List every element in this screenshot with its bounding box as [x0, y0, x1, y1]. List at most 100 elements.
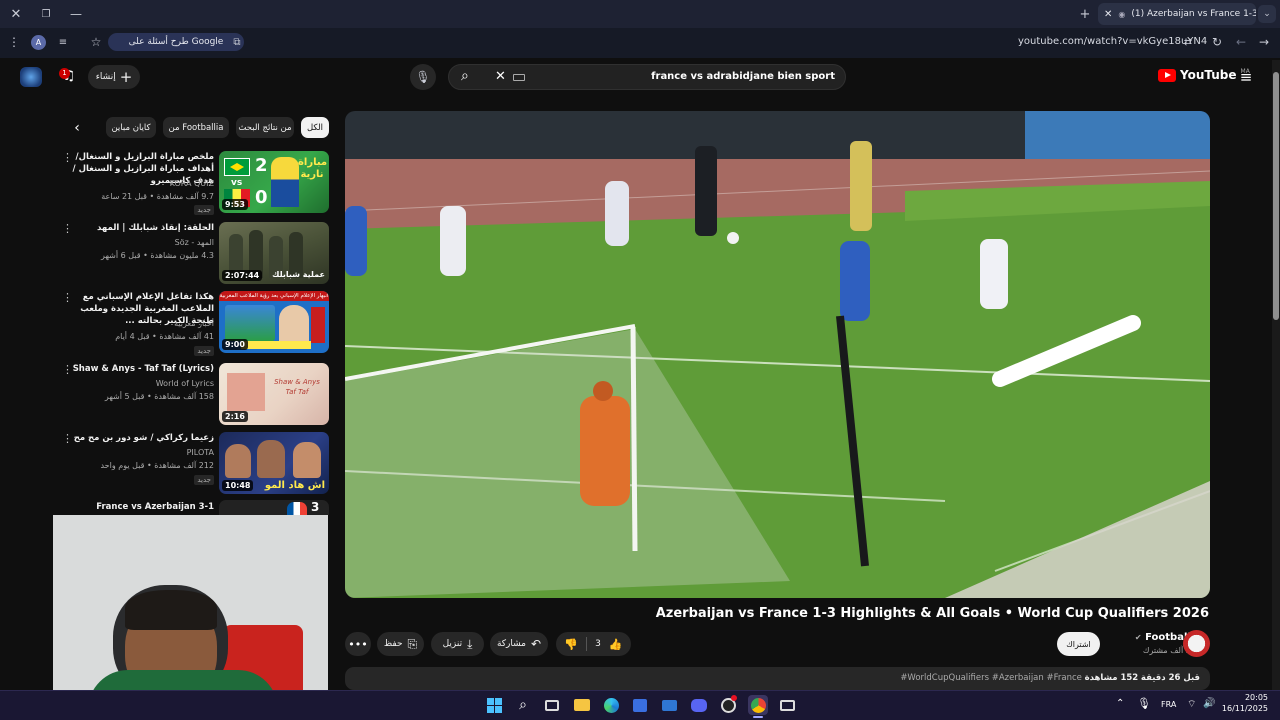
video-player[interactable]	[345, 111, 1210, 598]
mail-icon[interactable]	[659, 695, 679, 715]
video-tags[interactable]: #WorldCupQualifiers #Azerbaijan #France	[900, 673, 1082, 683]
chip-from-footballia[interactable]: من Footballia	[163, 117, 229, 138]
search-icon[interactable]: ⌕	[461, 68, 469, 84]
minimize-window-icon[interactable]: —	[68, 6, 84, 22]
player-blue-figure	[345, 206, 367, 276]
back-icon[interactable]: →	[1256, 34, 1272, 50]
rec-title[interactable]: الحلقة: إنقاذ شبابلك | المهد	[68, 222, 214, 234]
tray-chevron-icon[interactable]: ⌃	[1116, 698, 1124, 709]
active-app-indicator	[753, 716, 763, 718]
reload-icon[interactable]: ↻	[1209, 34, 1225, 50]
forward-icon[interactable]: ←	[1233, 34, 1249, 50]
file-explorer-icon[interactable]	[572, 695, 592, 715]
close-window-icon[interactable]: ✕	[8, 6, 24, 22]
rec-channel[interactable]: PILOTA	[187, 448, 214, 457]
hamburger-menu-icon[interactable]: ≡	[1236, 67, 1256, 87]
rec-meta: 41 آلف مشاهدة • قبل 4 أيام	[115, 332, 214, 341]
volume-icon[interactable]: 🔊	[1203, 698, 1215, 709]
description-box[interactable]: #WorldCupQualifiers #Azerbaijan #France …	[345, 667, 1210, 690]
reading-list-icon[interactable]: ≡	[56, 34, 70, 50]
recommendation-item[interactable]: ⋮ هكذا تفاعل الإعلام الإسباني مع الملاعب…	[60, 291, 332, 356]
youtube-logo-text: YouTube	[1180, 68, 1237, 82]
microsoft-store-icon[interactable]	[630, 695, 650, 715]
rec-channel[interactable]: KORA QUIZ	[170, 179, 214, 188]
menu-kebab-icon[interactable]: ⋮	[6, 34, 22, 50]
rec-channel[interactable]: المهد - Söz	[175, 238, 214, 247]
score-b: 0	[255, 187, 268, 208]
chips-scroll-left-icon[interactable]: ‹	[68, 119, 86, 137]
video-title: Azerbaijan vs France 1-3 Highlights & Al…	[655, 606, 1209, 621]
new-tab-icon[interactable]: +	[1077, 6, 1093, 22]
rec-thumbnail[interactable]: انبهار الإعلام الإسباني بعد رؤية الملاعب…	[219, 291, 329, 353]
recommendation-item[interactable]: ⋮ ملخص مباراة البرازيل و السنغال/أهداف م…	[60, 151, 332, 215]
keyboard-icon[interactable]	[513, 74, 525, 81]
channel-avatar[interactable]	[1183, 630, 1210, 657]
site-settings-icon[interactable]: ⇄	[1180, 34, 1196, 50]
thumb-caption: اش هاد المو	[264, 480, 325, 491]
microphone-icon[interactable]: 🎙	[1137, 697, 1151, 710]
language-indicator[interactable]: FRA	[1161, 700, 1176, 709]
profile-avatar[interactable]: A	[31, 35, 46, 50]
search-icon[interactable]: ⌕	[513, 695, 533, 715]
rec-title[interactable]: Shaw & Anys - Taf Taf (Lyrics)	[68, 363, 214, 375]
search-input[interactable]: france vs adrabidjane bien sport	[651, 71, 835, 82]
tab-search-icon[interactable]: ⌄	[1258, 5, 1276, 23]
scrollbar-thumb[interactable]	[1273, 72, 1279, 320]
chrome-icon[interactable]	[748, 695, 768, 715]
goalkeeper-figure	[580, 396, 630, 506]
more-actions-icon[interactable]: •••	[345, 632, 371, 656]
rec-thumbnail[interactable]: اش هاد المو 10:48	[219, 432, 329, 494]
discord-icon[interactable]	[689, 695, 709, 715]
notification-dot	[731, 695, 737, 701]
download-button[interactable]: تنزيل ⤓	[431, 632, 484, 656]
dislike-icon[interactable]: 👎	[564, 638, 578, 651]
thumb-caption: عملية شبابلك	[272, 270, 325, 279]
goalkeeper-head	[593, 381, 613, 401]
bookmark-star-icon[interactable]: ☆	[88, 34, 104, 50]
chip-kayan-mbayn[interactable]: كايان مباين	[106, 117, 156, 138]
recommendation-item[interactable]: France vs Azerbaijan 3-1 3	[60, 500, 332, 515]
rec-thumbnail[interactable]: عملية شبابلك 2:07:44	[219, 222, 329, 284]
like-icon[interactable]: 👍	[609, 638, 623, 651]
video-frame[interactable]	[345, 111, 1210, 598]
chip-all[interactable]: الكل	[301, 117, 329, 138]
rec-meta: 9.7 آلف مشاهدة • قبل 21 ساعة	[101, 192, 214, 201]
rec-title[interactable]: زعيما ركراكي / شو دور بن مح مح	[68, 432, 214, 444]
tab-title: (1) Azerbaijan vs France 1-3	[1131, 9, 1256, 19]
google-ask-chip[interactable]: طرح أسئلة على Google	[108, 33, 244, 51]
recommendation-item[interactable]: ⋮ Shaw & Anys - Taf Taf (Lyrics) World o…	[60, 363, 332, 427]
rec-channel[interactable]: أخبار مغربية	[174, 319, 214, 328]
rec-thumbnail[interactable]: 3	[219, 500, 329, 515]
rec-thumbnail[interactable]: Shaw & Anys Taf Taf 2:16	[219, 363, 329, 425]
chip-from-search-results[interactable]: من نتائج البحث	[236, 117, 294, 138]
share-button[interactable]: مشاركة ↶	[490, 632, 548, 656]
recommendation-item[interactable]: ⋮ زعيما ركراكي / شو دور بن مح مح PILOTA …	[60, 432, 332, 496]
cast-icon[interactable]: ⧉	[229, 34, 245, 50]
wifi-icon[interactable]: ⌔	[1187, 698, 1196, 711]
create-button[interactable]: إنشاء +	[88, 65, 140, 89]
channel-avatar[interactable]	[20, 67, 42, 87]
restore-window-icon[interactable]: ❐	[38, 6, 54, 22]
rec-channel[interactable]: World of Lyrics	[156, 379, 214, 388]
save-button[interactable]: حفظ ⎘	[377, 632, 424, 656]
rec-title[interactable]: France vs Azerbaijan 3-1	[68, 501, 214, 513]
edge-browser-icon[interactable]	[601, 695, 621, 715]
notifications-count-badge: 1	[59, 68, 70, 79]
morocco-flag-icon	[311, 307, 325, 343]
tab-close-icon[interactable]: ✕	[1104, 9, 1112, 20]
windows-start-icon[interactable]	[484, 695, 504, 715]
subscribe-button[interactable]: اشتراك	[1057, 632, 1100, 656]
task-view-icon[interactable]	[542, 695, 562, 715]
recommendation-item[interactable]: ⋮ الحلقة: إنقاذ شبابلك | المهد المهد - S…	[60, 222, 332, 286]
clock[interactable]: 20:05 16/11/2025	[1218, 692, 1268, 714]
search-box[interactable]: ⌕ ✕ france vs adrabidjane bien sport	[448, 64, 846, 90]
duration-badge: 9:53	[222, 199, 248, 210]
url-text[interactable]: youtube.com/watch?v=vkGye18uYN4	[1018, 36, 1207, 47]
thumb-caption: Shaw & Anys Taf Taf	[274, 378, 320, 396]
player-blue-figure	[840, 241, 870, 321]
active-tab[interactable]: ✕ ◉ (1) Azerbaijan vs France 1-3	[1098, 3, 1256, 25]
clear-search-icon[interactable]: ✕	[495, 69, 506, 84]
voice-search-mic-icon[interactable]: 🎙	[410, 64, 436, 90]
rec-thumbnail[interactable]: 2 vs 0 مباراة نارية 9:53	[219, 151, 329, 213]
screen-capture-icon[interactable]	[777, 695, 797, 715]
